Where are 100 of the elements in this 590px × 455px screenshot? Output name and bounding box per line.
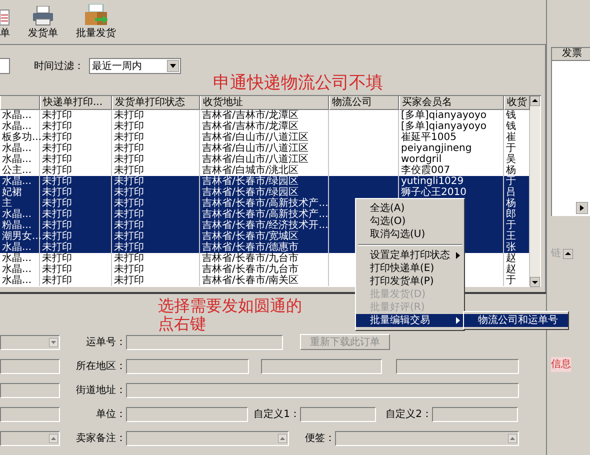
text-field[interactable] [126, 431, 289, 446]
table-cell: 水晶... [2, 121, 32, 132]
menu-item[interactable]: 取消勾选(U) [356, 228, 464, 241]
table-cell: 未打印 [114, 231, 144, 242]
table-cell: 吉林省/长春市/南关区 [202, 275, 299, 286]
submenu-arrow-icon [456, 252, 460, 259]
table-cell: 水晶... [2, 209, 32, 220]
table-cell: 吉林省/长春市/宽城区 [202, 231, 299, 242]
table-cell: 未打印 [114, 187, 144, 198]
time-filter-dropdown[interactable]: 最近一周内 [89, 58, 181, 74]
text-field[interactable] [300, 407, 376, 422]
table-cell: 吉林省/白城市/洮北区 [202, 165, 299, 176]
text-field[interactable] [0, 383, 60, 398]
table-cell: 未打印 [42, 253, 72, 264]
text-field[interactable] [335, 431, 519, 446]
table-cell: 崔延平1005 [401, 132, 456, 143]
table-cell: 吕 [506, 187, 516, 198]
table-cell: 水晶... [2, 176, 32, 187]
table-cell: 未打印 [42, 154, 72, 165]
table-cell: 水晶... [2, 264, 32, 275]
vertical-scrollbar[interactable] [530, 96, 540, 287]
table-cell: 未打印 [42, 110, 72, 121]
table-cell: 吉林省/长春市/高新技术产... [202, 198, 328, 209]
table-row[interactable]: 妃裙 未打印 未打印 吉林省/长春市/绿园区 狮子心王2010 吕 [0, 187, 530, 198]
text-field[interactable] [126, 359, 249, 374]
table-cell: 未打印 [114, 121, 144, 132]
table-cell: 吉林省/长春市/德惠市 [202, 242, 299, 253]
table-row[interactable]: 公主... 未打印 未打印 吉林省/白城市/洮北区 李佼霞007 杨 [0, 165, 530, 176]
field-label: 卖家备注： [75, 432, 126, 446]
table-cell: 吉林省/白山市/八道江区 [202, 132, 309, 143]
table-cell: 未打印 [114, 220, 144, 231]
text-field[interactable] [261, 359, 382, 374]
text-field[interactable] [396, 359, 519, 374]
scroll-up-icon [508, 434, 517, 443]
table-cell: 钱 [506, 121, 516, 132]
field-label: 运单号： [85, 336, 126, 350]
text-field[interactable] [0, 407, 60, 422]
table-row[interactable]: 水晶... 未打印 未打印 吉林省/吉林市/龙潭区 [多单]qianyayoyo 钱 [0, 121, 530, 132]
table-cell: 崔 [506, 132, 516, 143]
table-cell: 未打印 [42, 187, 72, 198]
table-cell: 水晶... [2, 275, 32, 286]
text-field[interactable] [432, 407, 518, 422]
submenu-arrow-icon [456, 317, 460, 324]
table-cell: 未打印 [42, 231, 72, 242]
table-cell: 吉林省/长春市/九台市 [202, 253, 299, 264]
info-label: 信息 [551, 357, 571, 372]
table-row[interactable]: 水晶... 未打印 未打印 吉林省/白山市/八道江区 wordgril 吴 [0, 154, 530, 165]
dropdown-arrow-icon [49, 338, 58, 346]
box-icon [83, 4, 109, 26]
text-field[interactable] [126, 334, 283, 350]
table-cell: 水晶... [2, 253, 32, 264]
table-cell: 未打印 [114, 110, 144, 121]
text-field[interactable] [126, 407, 248, 422]
table-cell: 未打印 [114, 209, 144, 220]
dropdown-arrow-icon [167, 60, 179, 72]
search-field[interactable] [0, 58, 10, 74]
table-cell: 于 [506, 143, 516, 154]
printer-icon [32, 6, 54, 26]
table-cell: 赵 [506, 253, 516, 264]
table-cell: 未打印 [114, 132, 144, 143]
table-cell: 未打印 [42, 121, 72, 132]
table-cell: 未打印 [114, 165, 144, 176]
table-cell: 未打印 [42, 264, 72, 275]
menu-item[interactable]: 打印快递单(E) [356, 262, 464, 275]
combo-field[interactable] [0, 334, 60, 350]
menu-item[interactable]: 批量编辑交易 [356, 314, 464, 327]
table-cell: 吉林省/白山市/八道江区 [202, 154, 309, 165]
table-cell: 吉林省/长春市/九台市 [202, 264, 299, 275]
field-label: 便签： [304, 432, 335, 446]
table-cell: 杨 [506, 198, 516, 209]
table-row[interactable]: 水晶... 未打印 未打印 吉林省/白山市/八道江区 peiyangjineng 于 [0, 143, 530, 154]
text-field[interactable] [0, 359, 60, 374]
table-cell: 未打印 [42, 165, 72, 176]
table-cell: 钱 [506, 110, 516, 121]
table-cell: 妃裙 [2, 187, 22, 198]
menu-item[interactable]: 物流公司和运单号 [464, 314, 568, 327]
table-cell: 未打印 [42, 275, 72, 286]
table-cell: 于 [506, 275, 516, 286]
table-cell: 吉林省/吉林市/龙潭区 [202, 110, 299, 121]
table-cell: 未打印 [114, 264, 144, 275]
toolbar-button[interactable]: 发货单 [26, 6, 60, 40]
scroll-up-icon [49, 434, 58, 443]
toolbar-button[interactable]: 批量发货 [74, 4, 118, 40]
table-cell: 水晶... [2, 143, 32, 154]
menu-item[interactable]: 打印发货单(P) [356, 275, 464, 288]
table-cell: 未打印 [114, 154, 144, 165]
table-row[interactable]: 水晶... 未打印 未打印 吉林省/长春市/绿园区 yutingli1029 于 [0, 176, 530, 187]
table-cell: 未打印 [114, 176, 144, 187]
text-field[interactable] [0, 431, 60, 446]
table-cell: 于 [506, 220, 516, 231]
table-cell: 未打印 [42, 242, 72, 253]
annotation-text: 申通快递物流公司不填 [213, 74, 383, 93]
column-header[interactable]: 发票 [552, 48, 590, 61]
toolbar-button[interactable]: 单 [0, 8, 12, 40]
table-row[interactable]: 板多功...未打印 未打印 吉林省/白山市/八道江区 崔延平1005 崔 [0, 132, 530, 143]
text-field[interactable] [126, 383, 519, 398]
table-cell: 李佼霞007 [401, 165, 450, 176]
table-row[interactable]: 水晶... 未打印 未打印 吉林省/吉林市/龙潭区 [多单]qianyayoyo 钱 [0, 110, 530, 121]
annotation-text: 点右键 [158, 315, 206, 333]
field-label: 自定义2： [384, 408, 432, 422]
